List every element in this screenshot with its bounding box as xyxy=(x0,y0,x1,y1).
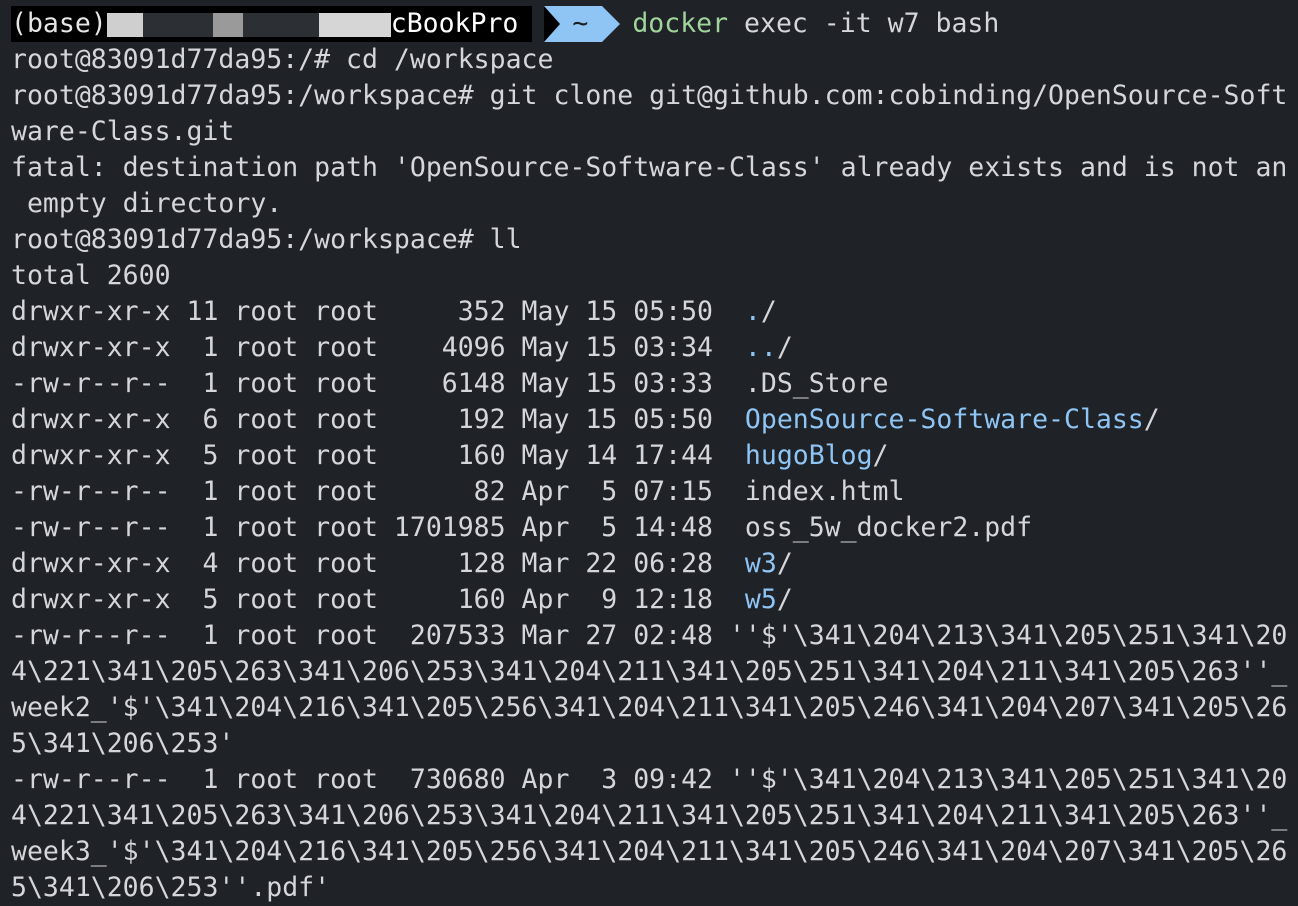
redaction-block xyxy=(106,12,143,37)
prompt-hostname: cBookPro xyxy=(390,8,519,39)
output-line: -rw-r--r-- 1 root root 730680 Apr 3 09:4… xyxy=(11,764,1288,795)
directory-name: hugoBlog xyxy=(744,440,873,471)
directory-name: OpenSource-Software-Class xyxy=(744,404,1144,435)
listing-row: -rw-r--r-- 1 root root 82 Apr 5 07:15 in… xyxy=(11,474,1298,510)
listing-row-meta: -rw-r--r-- 1 root root 6148 May 15 03:33 xyxy=(11,368,745,399)
command-name: docker xyxy=(632,8,729,39)
output-line: 5\341\206\253''.pdf' xyxy=(11,872,331,903)
listing-row: drwxr-xr-x 4 root root 128 Mar 22 06:28 … xyxy=(11,546,1298,582)
output-block-before-listing: root@83091d77da95:/# cd /workspace root@8… xyxy=(11,42,1298,294)
directory-name: w3 xyxy=(744,548,777,579)
output-line: -rw-r--r-- 1 root root 207533 Mar 27 02:… xyxy=(11,620,1288,651)
directory-suffix: / xyxy=(776,332,793,363)
listing-row-meta: drwxr-xr-x 11 root root 352 May 15 05:50 xyxy=(11,296,745,327)
directory-suffix: / xyxy=(776,584,793,615)
file-name: .DS_Store xyxy=(744,368,889,399)
shell-prompt: (base) cBookPro ~ docker exec -it w7 bash xyxy=(11,6,1298,42)
directory-name: . xyxy=(744,296,761,327)
output-line: week2_'$'\341\204\216\341\205\256\341\20… xyxy=(11,692,1288,723)
listing-row: drwxr-xr-x 6 root root 192 May 15 05:50 … xyxy=(11,402,1298,438)
redaction-block xyxy=(318,12,391,37)
file-name: index.html xyxy=(744,476,905,507)
listing-row: drwxr-xr-x 1 root root 4096 May 15 03:34… xyxy=(11,330,1298,366)
conda-env-label: (base) xyxy=(11,8,107,39)
directory-listing: drwxr-xr-x 11 root root 352 May 15 05:50… xyxy=(11,294,1298,618)
redacted-username xyxy=(106,6,391,42)
output-line: ware-Class.git xyxy=(11,116,235,147)
output-line: root@83091d77da95:/workspace# git clone … xyxy=(11,80,1288,111)
listing-row: drwxr-xr-x 5 root root 160 May 14 17:44 … xyxy=(11,438,1298,474)
listing-row-meta: -rw-r--r-- 1 root root 82 Apr 5 07:15 xyxy=(11,476,745,507)
listing-row: drwxr-xr-x 11 root root 352 May 15 05:50… xyxy=(11,294,1298,330)
directory-suffix: / xyxy=(776,548,793,579)
prompt-command: docker exec -it w7 bash xyxy=(632,6,999,42)
redaction-block xyxy=(212,12,243,37)
listing-row-meta: drwxr-xr-x 6 root root 192 May 15 05:50 xyxy=(11,404,745,435)
listing-row-meta: drwxr-xr-x 1 root root 4096 May 15 03:34 xyxy=(11,332,745,363)
redaction-block xyxy=(142,12,213,37)
listing-row: drwxr-xr-x 5 root root 160 Apr 9 12:18 w… xyxy=(11,582,1298,618)
prompt-host-segment: (base) cBookPro xyxy=(11,6,533,42)
prompt-directory-segment: ~ xyxy=(544,6,621,42)
redaction-block xyxy=(242,12,319,37)
output-line: root@83091d77da95:/# cd /workspace xyxy=(11,44,554,75)
listing-row: -rw-r--r-- 1 root root 6148 May 15 03:33… xyxy=(11,366,1298,402)
listing-row-meta: drwxr-xr-x 4 root root 128 Mar 22 06:28 xyxy=(11,548,745,579)
directory-name: w5 xyxy=(744,584,777,615)
terminal-window[interactable]: (base) cBookPro ~ docker exec -it w7 bash r… xyxy=(0,0,1298,906)
listing-row-meta: drwxr-xr-x 5 root root 160 Apr 9 12:18 xyxy=(11,584,745,615)
directory-suffix: / xyxy=(1143,404,1160,435)
output-line: week3_'$'\341\204\216\341\205\256\341\20… xyxy=(11,836,1288,867)
output-line: 4\221\341\205\263\341\206\253\341\204\21… xyxy=(11,800,1288,831)
output-line: total 2600 xyxy=(11,260,171,291)
command-args: exec -it w7 bash xyxy=(728,8,1000,39)
output-block-after-listing: -rw-r--r-- 1 root root 207533 Mar 27 02:… xyxy=(11,618,1298,906)
listing-row-meta: -rw-r--r-- 1 root root 1701985 Apr 5 14:… xyxy=(11,512,745,543)
output-line: empty directory. xyxy=(11,188,283,219)
output-line: 5\341\206\253' xyxy=(11,728,235,759)
listing-row-meta: drwxr-xr-x 5 root root 160 May 14 17:44 xyxy=(11,440,745,471)
directory-name: .. xyxy=(744,332,777,363)
directory-suffix: / xyxy=(760,296,777,327)
file-name: oss_5w_docker2.pdf xyxy=(744,512,1033,543)
output-line: fatal: destination path 'OpenSource-Soft… xyxy=(11,152,1288,183)
listing-row: -rw-r--r-- 1 root root 1701985 Apr 5 14:… xyxy=(11,510,1298,546)
output-line: root@83091d77da95:/workspace# ll xyxy=(11,224,522,255)
directory-suffix: / xyxy=(872,440,889,471)
output-line: 4\221\341\205\263\341\206\253\341\204\21… xyxy=(11,656,1288,687)
